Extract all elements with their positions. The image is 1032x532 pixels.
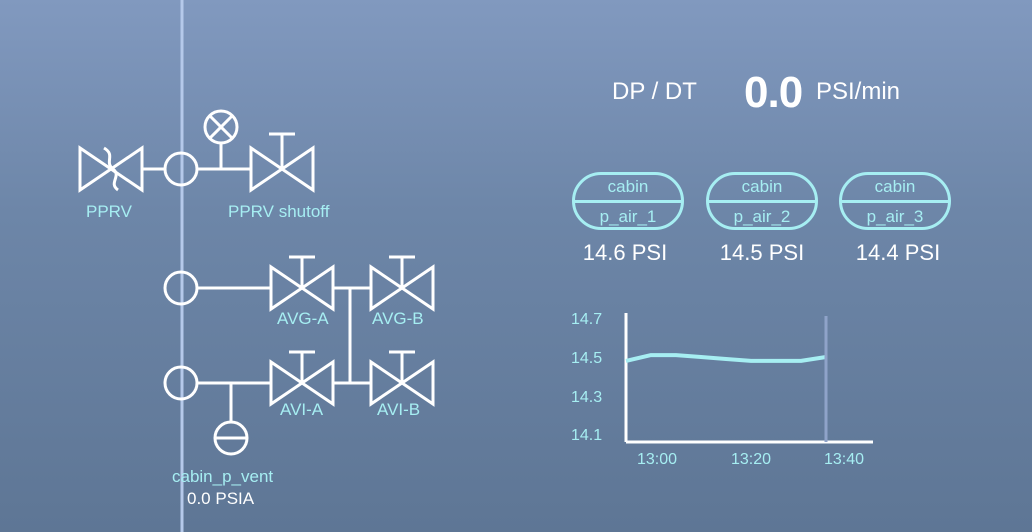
y-tick-label: 14.7 bbox=[571, 311, 603, 328]
x-tick-label: 13:20 bbox=[731, 451, 772, 468]
x-tick-label: 13:00 bbox=[637, 451, 678, 468]
x-tick-label: 13:40 bbox=[824, 451, 865, 468]
pressure-trend-chart bbox=[624, 313, 873, 444]
y-tick-label: 14.1 bbox=[571, 427, 603, 444]
cabin-pressure-trend-line bbox=[625, 353, 827, 363]
y-tick-label: 14.3 bbox=[571, 389, 603, 406]
y-tick-label: 14.5 bbox=[571, 350, 603, 367]
